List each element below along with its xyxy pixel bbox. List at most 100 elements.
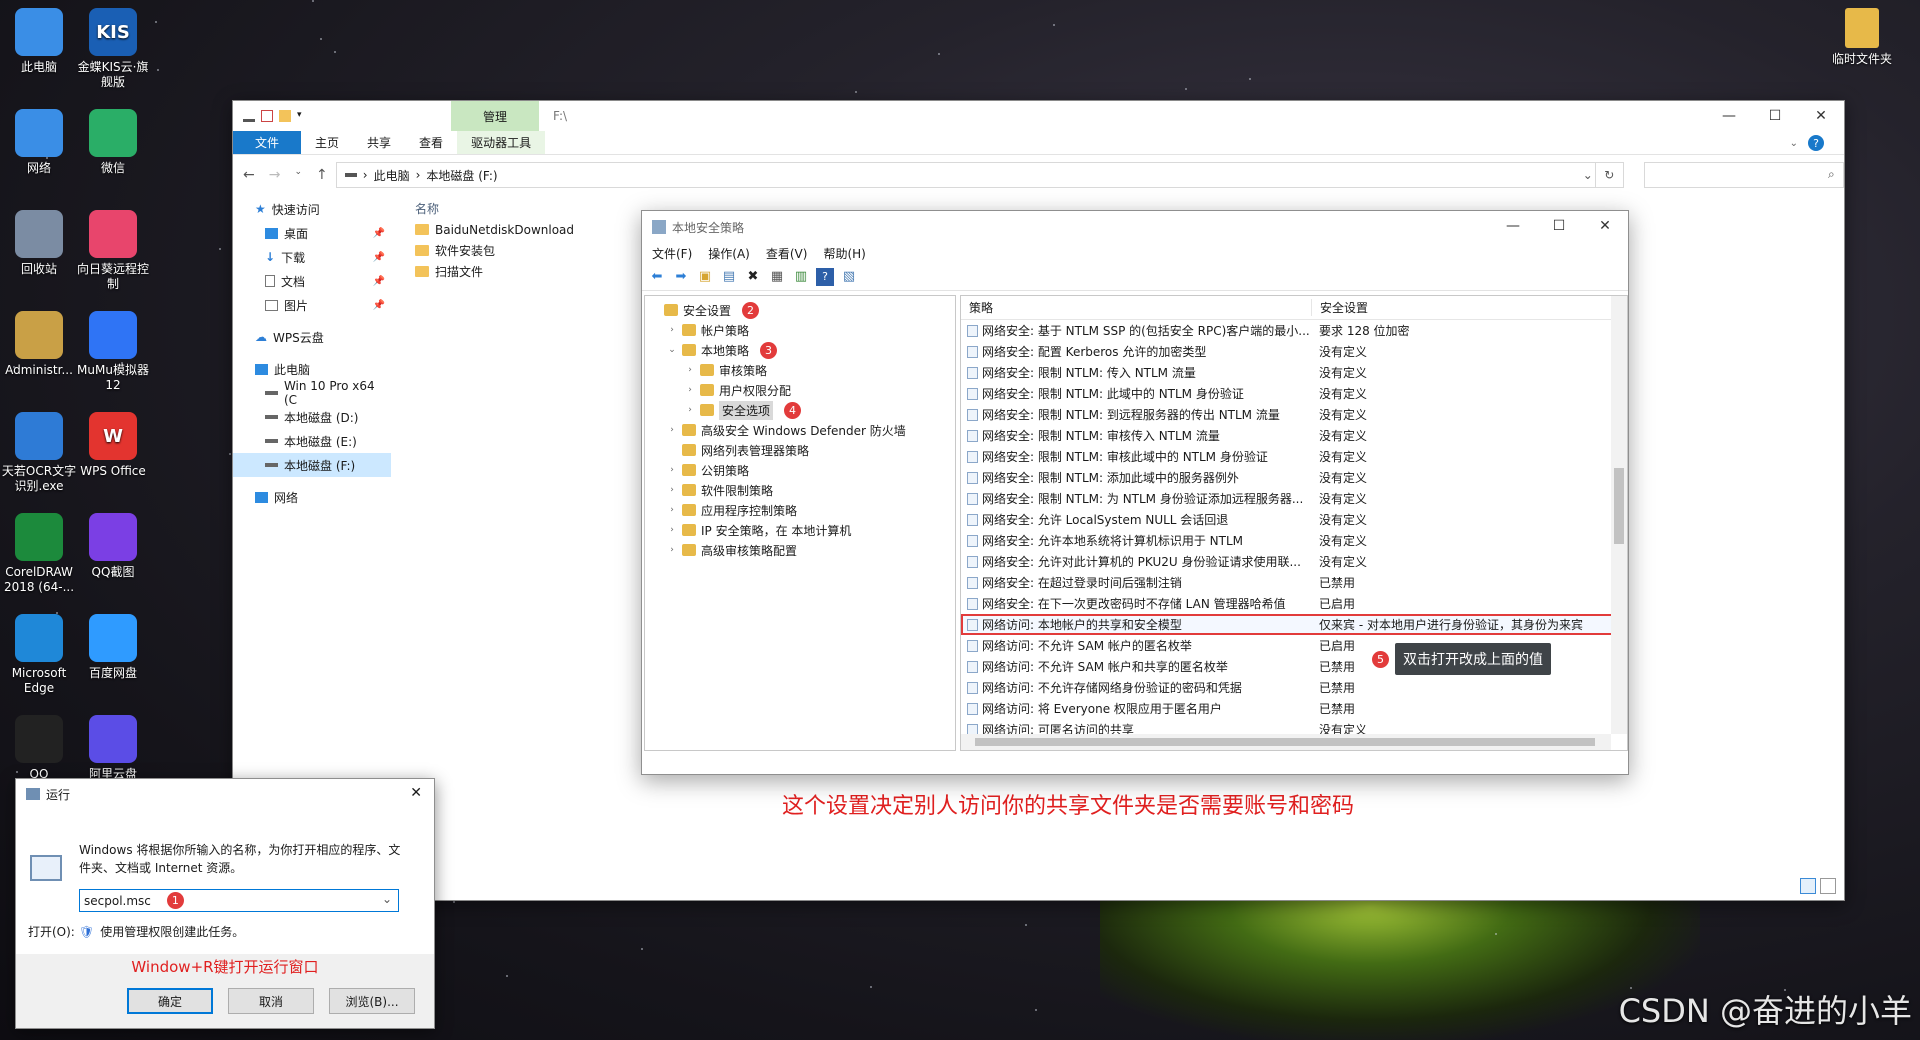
col-policy[interactable]: 策略 (961, 299, 1311, 316)
policy-row[interactable]: 网络安全: 配置 Kerberos 允许的加密类型 没有定义 (961, 341, 1627, 362)
close-icon[interactable]: ✕ (1798, 101, 1844, 131)
chevron-down-icon[interactable]: ⌄ (382, 892, 392, 906)
tree-node[interactable]: › 用户权限分配 (645, 380, 955, 400)
drive-icon[interactable] (243, 110, 255, 122)
minimize-icon[interactable]: — (1706, 101, 1752, 131)
tree-node[interactable]: › 帐户策略 (645, 320, 955, 340)
menu-view[interactable]: 查看(V) (766, 245, 808, 262)
tree-node[interactable]: 安全设置 2 (645, 300, 955, 320)
policy-row[interactable]: 网络安全: 限制 NTLM: 传入 NTLM 流量 没有定义 (961, 362, 1627, 383)
browse-button[interactable]: 浏览(B)... (329, 988, 415, 1014)
large-icons-view-icon[interactable] (1820, 878, 1836, 894)
properties-icon[interactable]: ▦ (768, 268, 786, 286)
cancel-button[interactable]: 取消 (228, 988, 314, 1014)
desktop-icon[interactable]: CorelDRAW 2018 (64-... (0, 513, 78, 595)
back-icon[interactable]: ⬅ (648, 268, 666, 286)
policy-row[interactable]: 网络安全: 在超过登录时间后强制注销 已禁用 (961, 572, 1627, 593)
nav-documents[interactable]: 文档 📌 (233, 269, 391, 293)
scroll-thumb[interactable] (975, 738, 1595, 746)
address-dropdown-icon[interactable]: ⌄ (1583, 168, 1593, 182)
forward-icon[interactable]: → (269, 167, 281, 183)
menu-action[interactable]: 操作(A) (708, 245, 750, 262)
back-icon[interactable]: ← (243, 167, 255, 183)
policy-row[interactable]: 网络安全: 允许对此计算机的 PKU2U 身份验证请求使用联... 没有定义 (961, 551, 1627, 572)
tree-node[interactable]: ⌄ 本地策略 3 (645, 340, 955, 360)
desktop-icon[interactable]: 回收站 (0, 210, 78, 277)
policy-row[interactable]: 网络安全: 限制 NTLM: 审核此域中的 NTLM 身份验证 没有定义 (961, 446, 1627, 467)
policy-row[interactable]: 网络访问: 本地帐户的共享和安全模型 仅来宾 - 对本地用户进行身份验证，其身份为… (961, 614, 1627, 635)
mmc-icon[interactable]: ▧ (840, 268, 858, 286)
qa-dropdown-icon[interactable]: ▾ (297, 110, 305, 122)
maximize-icon[interactable]: ☐ (1536, 211, 1582, 241)
desktop-icon[interactable]: 百度网盘 (74, 614, 152, 681)
nav-quick-access[interactable]: ★ 快速访问 (233, 197, 391, 221)
col-setting[interactable]: 安全设置 (1311, 299, 1611, 316)
menu-help[interactable]: 帮助(H) (823, 245, 865, 262)
close-icon[interactable]: ✕ (410, 785, 422, 801)
desktop-icon[interactable]: 向日葵远程控制 (74, 210, 152, 292)
nav-drive-e[interactable]: 本地磁盘 (E:) (233, 429, 391, 453)
nav-drive-d[interactable]: 本地磁盘 (D:) (233, 405, 391, 429)
close-icon[interactable]: ✕ (1582, 211, 1628, 241)
tree-node[interactable]: › 高级安全 Windows Defender 防火墙 (645, 420, 955, 440)
desktop-icon[interactable]: QQ (0, 715, 78, 782)
desktop-icon[interactable]: 阿里云盘 (74, 715, 152, 782)
expand-chevron-icon[interactable]: › (667, 545, 677, 555)
menu-file[interactable]: 文件(F) (652, 245, 692, 262)
ok-button[interactable]: 确定 (127, 988, 213, 1014)
expand-chevron-icon[interactable]: › (685, 365, 695, 375)
expand-chevron-icon[interactable]: › (667, 325, 677, 335)
scroll-thumb[interactable] (1614, 468, 1624, 544)
properties-icon[interactable] (261, 110, 273, 122)
tree-node[interactable]: 网络列表管理器策略 (645, 440, 955, 460)
tab-file[interactable]: 文件 (233, 131, 302, 154)
policy-row[interactable]: 网络安全: 允许 LocalSystem NULL 会话回退 没有定义 (961, 509, 1627, 530)
nav-desktop[interactable]: 桌面 📌 (233, 221, 391, 245)
address-bar[interactable]: › 此电脑 › 本地磁盘 (F:) ⌄ ↻ (335, 162, 1624, 188)
tree-node[interactable]: › 高级审核策略配置 (645, 540, 955, 560)
policy-row[interactable]: 网络安全: 基于 NTLM SSP 的(包括安全 RPC)客户端的最小... 要求… (961, 320, 1627, 341)
new-folder-icon[interactable] (279, 110, 291, 122)
details-view-icon[interactable] (1800, 878, 1816, 894)
maximize-icon[interactable]: ☐ (1752, 101, 1798, 131)
policy-row[interactable]: 网络安全: 限制 NTLM: 到远程服务器的传出 NTLM 流量 没有定义 (961, 404, 1627, 425)
nav-drive-f[interactable]: 本地磁盘 (F:) (233, 453, 391, 477)
tree-node[interactable]: › IP 安全策略，在 本地计算机 (645, 520, 955, 540)
policy-row[interactable]: 网络安全: 在下一次更改密码时不存储 LAN 管理器哈希值 已启用 (961, 593, 1627, 614)
up-folder-icon[interactable]: ▣ (696, 268, 714, 286)
desktop-icon[interactable]: 微信 (74, 109, 152, 176)
nav-pictures[interactable]: 图片 📌 (233, 293, 391, 317)
nav-network[interactable]: 网络 (233, 485, 391, 509)
expand-chevron-icon[interactable]: › (667, 465, 677, 475)
tree-node[interactable]: › 软件限制策略 (645, 480, 955, 500)
vertical-scrollbar[interactable] (1611, 296, 1627, 734)
horizontal-scrollbar[interactable] (961, 734, 1611, 750)
desktop-icon[interactable]: 网络 (0, 109, 78, 176)
desktop-icon-temp-folder[interactable]: 临时文件夹 (1823, 8, 1901, 67)
desktop-icon[interactable]: MuMu模拟器12 (74, 311, 152, 393)
tab-share[interactable]: 共享 (353, 131, 405, 154)
forward-icon[interactable]: ➡ (672, 268, 690, 286)
tab-view[interactable]: 查看 (405, 131, 457, 154)
policy-row[interactable]: 网络访问: 将 Everyone 权限应用于匿名用户 已禁用 (961, 698, 1627, 719)
desktop-icon[interactable]: Microsoft Edge (0, 614, 78, 696)
desktop-icon[interactable]: QQ截图 (74, 513, 152, 580)
policy-row[interactable]: 网络安全: 限制 NTLM: 此域中的 NTLM 身份验证 没有定义 (961, 383, 1627, 404)
policy-row[interactable]: 网络安全: 允许本地系统将计算机标识用于 NTLM 没有定义 (961, 530, 1627, 551)
tab-manage[interactable]: 管理 (451, 101, 539, 131)
run-command-input[interactable]: secpol.msc 1 ⌄ (79, 889, 399, 912)
tab-home[interactable]: 主页 (301, 131, 353, 154)
desktop-icon[interactable]: W WPS Office (74, 412, 152, 479)
expand-chevron-icon[interactable]: › (685, 405, 695, 415)
expand-chevron-icon[interactable]: › (667, 525, 677, 535)
export-list-icon[interactable]: ▥ (792, 268, 810, 286)
nav-drive-c[interactable]: Win 10 Pro x64 (C (233, 379, 391, 407)
expand-chevron-icon[interactable]: › (667, 425, 677, 435)
expand-chevron-icon[interactable]: › (667, 485, 677, 495)
tree-node[interactable]: › 应用程序控制策略 (645, 500, 955, 520)
desktop-icon[interactable]: Administr... (0, 311, 78, 378)
nav-wps-cloud[interactable]: ☁ WPS云盘 (233, 325, 391, 349)
show-hide-tree-icon[interactable]: ▤ (720, 268, 738, 286)
col-name[interactable]: 名称 (409, 200, 669, 217)
tree-node[interactable]: › 公钥策略 (645, 460, 955, 480)
